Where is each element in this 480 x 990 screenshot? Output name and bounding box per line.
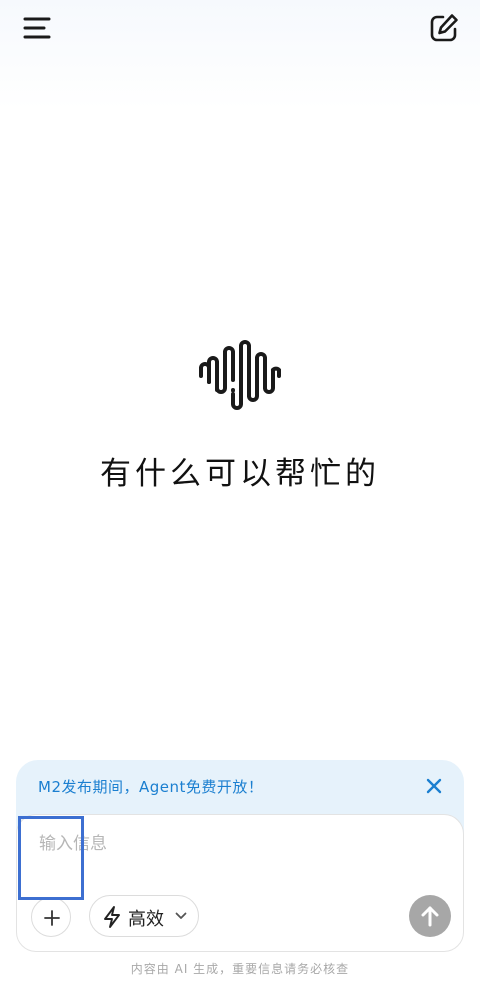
- hero-section: 有什么可以帮忙的: [0, 330, 480, 493]
- promo-banner-text: M2发布期间，Agent免费开放！: [38, 778, 264, 796]
- banner-close-button[interactable]: [422, 774, 446, 798]
- input-panel: 高效: [16, 814, 464, 952]
- chevron-down-icon: [175, 912, 187, 919]
- attach-button[interactable]: [31, 897, 71, 937]
- promo-banner: M2发布期间，Agent免费开放！: [16, 760, 464, 814]
- chat-home-screen: 有什么可以帮忙的 M2发布期间，Agent免费开放！ 输入信息 高效 内容由 A…: [0, 0, 480, 990]
- greeting-title: 有什么可以帮忙的: [100, 456, 380, 492]
- ai-disclaimer: 内容由 AI 生成，重要信息请务必核查: [130, 962, 350, 976]
- mode-selector[interactable]: 高效: [89, 895, 199, 937]
- top-bar: [0, 0, 480, 60]
- hamburger-menu-icon: [23, 17, 51, 39]
- menu-button[interactable]: [22, 14, 54, 44]
- composer-card: M2发布期间，Agent免费开放！ 高效: [16, 760, 464, 952]
- close-icon: [426, 778, 442, 794]
- arrow-up-icon: [421, 906, 439, 927]
- send-button[interactable]: [409, 895, 451, 937]
- plus-icon: [44, 910, 60, 926]
- sound-wave-icon: [199, 340, 281, 410]
- new-chat-button[interactable]: [428, 12, 460, 44]
- lightning-icon: [104, 906, 120, 928]
- message-input[interactable]: [37, 829, 441, 859]
- mode-label: 高效: [128, 909, 164, 930]
- edit-square-icon: [430, 14, 458, 42]
